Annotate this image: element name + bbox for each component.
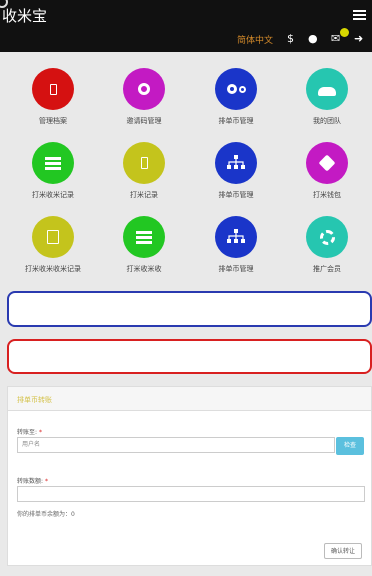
list-icon: [123, 216, 165, 258]
tile-7[interactable]: 打米钱包: [284, 142, 370, 200]
tile-11[interactable]: 推广会员: [284, 216, 370, 274]
tile-1[interactable]: 邀请码管理: [101, 68, 187, 126]
document-icon: [32, 68, 74, 110]
mail-icon[interactable]: ✉: [331, 32, 340, 45]
amount-label: 转账数额: *: [17, 478, 48, 485]
tile-8[interactable]: 打米收米收米记录: [10, 216, 96, 274]
sitemap-icon: [215, 142, 257, 184]
list-icon: [32, 142, 74, 184]
sitemap-icon: [215, 216, 257, 258]
transfer-to-label: 转账至: *: [17, 429, 42, 436]
tile-4[interactable]: 打米收米记录: [10, 142, 96, 200]
top-bar: 收米宝 简体中文 $ ● ✉ ➜: [0, 0, 372, 52]
tile-6[interactable]: 排单币管理: [193, 142, 279, 200]
balance-hint: 你的排单币余额为：0: [17, 511, 75, 518]
user-icon[interactable]: ●: [308, 32, 318, 45]
tile-9[interactable]: 打米收米收: [101, 216, 187, 274]
form-header: 排单币转账: [8, 387, 371, 411]
doc-icon: [32, 216, 74, 258]
tile-10[interactable]: 排单币管理: [193, 216, 279, 274]
tile-2[interactable]: 排单币管理: [193, 68, 279, 126]
check-button[interactable]: 检查: [336, 437, 364, 455]
username-input[interactable]: 用户名: [17, 437, 335, 453]
document-icon: [123, 142, 165, 184]
amount-input[interactable]: [17, 486, 365, 502]
dollar-icon[interactable]: $: [287, 32, 294, 45]
panel-blue: [7, 291, 372, 327]
language-switch[interactable]: 简体中文: [237, 33, 273, 46]
tile-3[interactable]: 我的团队: [284, 68, 370, 126]
share-icon[interactable]: ➜: [354, 32, 363, 45]
tile-5[interactable]: 打米记录: [101, 142, 187, 200]
gear-icon: [306, 216, 348, 258]
team-icon: [306, 68, 348, 110]
notification-badge: [340, 28, 349, 37]
confirm-transfer-button[interactable]: 确认转让: [324, 543, 362, 559]
panel-red: [7, 339, 372, 374]
tile-0[interactable]: 管理档案: [10, 68, 96, 126]
form-title: 排单币转账: [17, 396, 52, 404]
tag-icon: [306, 142, 348, 184]
gear-icon: [123, 68, 165, 110]
menu-icon[interactable]: [353, 10, 366, 20]
transfer-form: 排单币转账 转账至: * 用户名 检查 转账数额: * 你的排单币余额为：0 确…: [7, 386, 372, 566]
brand-title: 收米宝: [2, 7, 48, 25]
gears-icon: [215, 68, 257, 110]
